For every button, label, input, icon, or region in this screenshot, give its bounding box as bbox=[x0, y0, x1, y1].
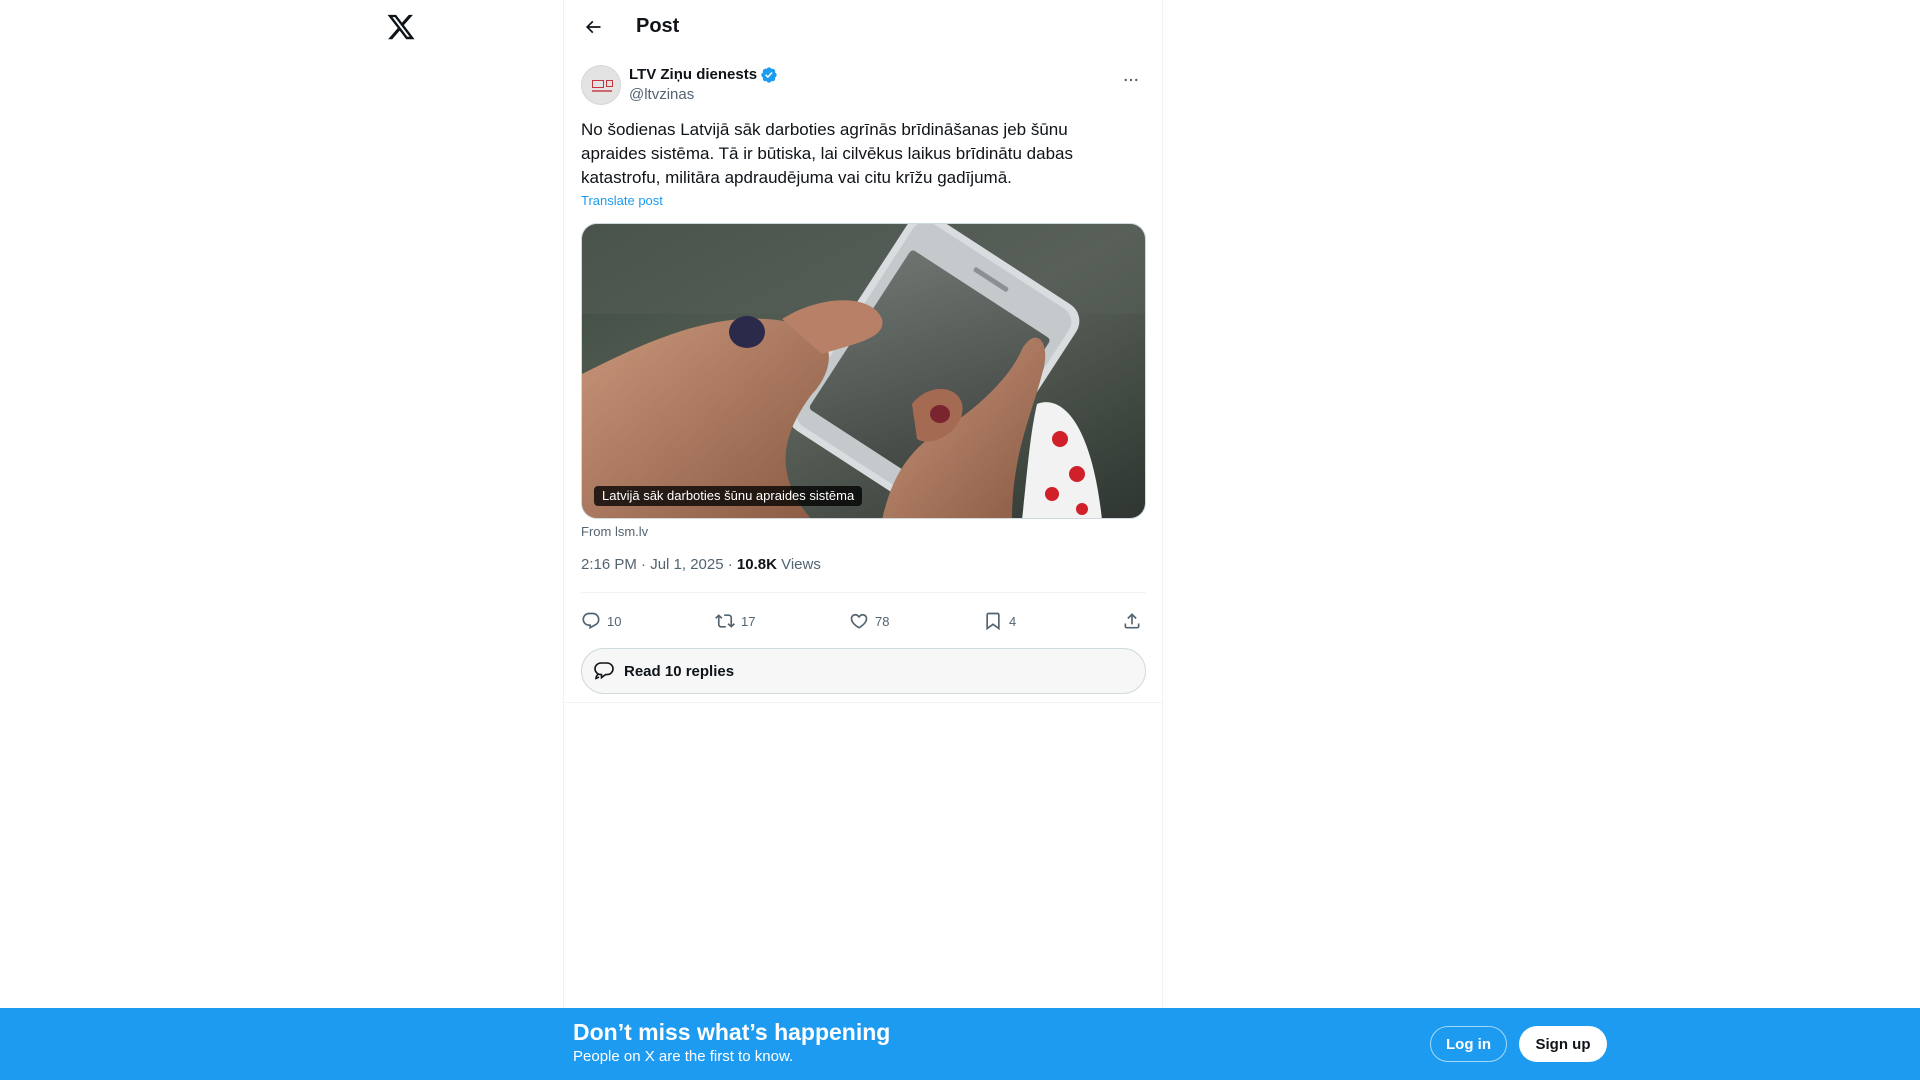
more-dots-icon bbox=[1124, 78, 1138, 82]
author-name[interactable]: LTV Ziņu dienests bbox=[629, 65, 757, 85]
bookmark-icon bbox=[986, 612, 1000, 631]
post-article: LTV Ziņu dienests @ltvzinas No šodienas … bbox=[564, 53, 1162, 703]
x-logo-icon[interactable] bbox=[386, 12, 416, 42]
views-label: Views bbox=[776, 556, 821, 573]
card-caption: Latvijā sāk darboties šūnu apraides sist… bbox=[594, 486, 863, 506]
banner-subtitle: People on X are the first to know. bbox=[573, 1048, 794, 1065]
author-info: LTV Ziņu dienests @ltvzinas bbox=[629, 65, 778, 105]
back-button[interactable] bbox=[576, 10, 610, 44]
page-title: Post bbox=[636, 15, 680, 37]
signup-banner: Don’t miss what’s happening People on X … bbox=[0, 1008, 1920, 1080]
author-name-row[interactable]: LTV Ziņu dienests bbox=[629, 65, 778, 85]
read-replies-label: Read 10 replies bbox=[624, 662, 735, 680]
arrow-left-icon bbox=[585, 20, 601, 34]
bookmark-button[interactable]: 4 bbox=[983, 593, 1016, 649]
action-bar: 10 17 78 4 bbox=[581, 592, 1146, 648]
avatar[interactable] bbox=[581, 65, 621, 105]
login-button[interactable]: Log in bbox=[1430, 1026, 1507, 1062]
post-timestamp[interactable]: 2:16 PM · Jul 1, 2025 · bbox=[581, 556, 737, 573]
views-count: 10.8K bbox=[736, 556, 777, 573]
like-count: 78 bbox=[875, 613, 890, 629]
like-button[interactable]: 78 bbox=[849, 593, 889, 649]
banner-title: Don’t miss what’s happening bbox=[573, 1019, 891, 1045]
repost-count: 17 bbox=[741, 613, 756, 629]
reply-button[interactable]: 10 bbox=[581, 593, 621, 649]
more-options-button[interactable] bbox=[1114, 63, 1148, 97]
primary-column: Post LTV Ziņu dienests @ltvzinas No šodi… bbox=[563, 0, 1163, 1080]
reply-count: 10 bbox=[607, 613, 622, 629]
page-header: Post bbox=[564, 0, 1162, 53]
translate-post-link[interactable]: Translate post bbox=[581, 193, 663, 209]
conversation-icon bbox=[594, 662, 614, 680]
reply-icon bbox=[582, 612, 600, 630]
link-card-image[interactable]: Latvijā sāk darboties šūnu apraides sist… bbox=[581, 223, 1146, 519]
verified-badge-icon bbox=[761, 67, 777, 83]
post-meta: 2:16 PM · Jul 1, 2025 · 10.8K Views bbox=[581, 555, 821, 575]
post-text: No šodienas Latvijā sāk darboties agrīnā… bbox=[581, 120, 1073, 187]
heart-icon bbox=[850, 613, 868, 629]
author-handle[interactable]: @ltvzinas bbox=[629, 85, 778, 105]
repost-button[interactable]: 17 bbox=[715, 593, 755, 649]
share-button[interactable] bbox=[1122, 593, 1142, 649]
phone-in-hands-image bbox=[582, 224, 1145, 518]
bookmark-count: 4 bbox=[1009, 613, 1017, 629]
read-replies-button[interactable]: Read 10 replies bbox=[581, 648, 1146, 694]
repost-icon bbox=[715, 614, 735, 628]
signup-button[interactable]: Sign up bbox=[1519, 1026, 1607, 1062]
card-source[interactable]: From lsm.lv bbox=[581, 524, 648, 540]
share-icon bbox=[1124, 613, 1140, 629]
